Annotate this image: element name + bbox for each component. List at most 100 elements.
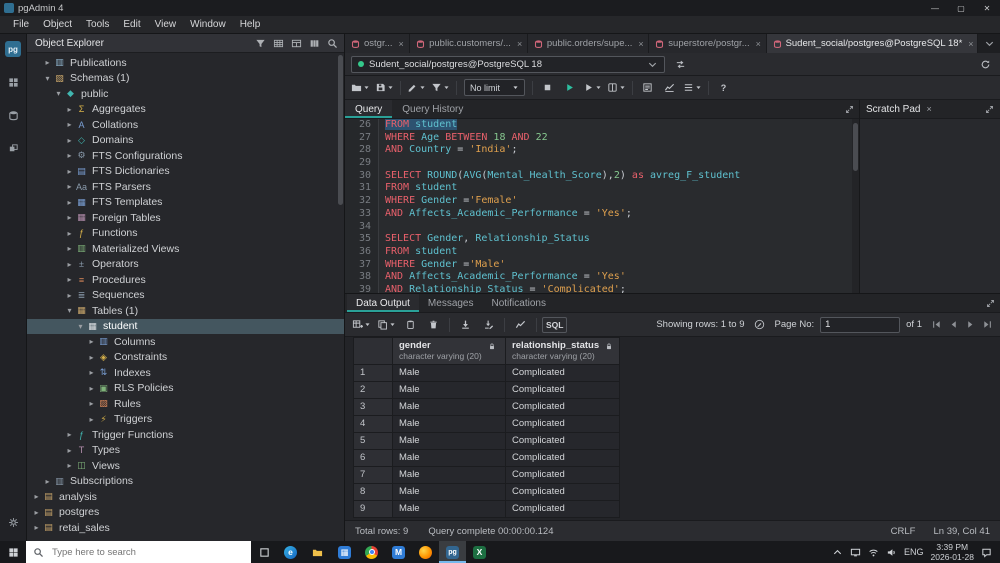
nav-last-page-button[interactable] — [979, 317, 995, 332]
chevron-right-icon[interactable]: ▸ — [86, 337, 97, 346]
chevron-right-icon[interactable]: ▸ — [86, 399, 97, 408]
taskbar-app-firefox[interactable] — [412, 541, 439, 563]
nav-prev-page-button[interactable] — [945, 317, 961, 332]
chevron-down-icon[interactable]: ▾ — [64, 306, 75, 315]
save-button[interactable] — [373, 79, 396, 96]
chevron-right-icon[interactable]: ▸ — [42, 477, 53, 486]
row-number[interactable]: 6 — [353, 448, 393, 467]
menu-object[interactable]: Object — [36, 19, 79, 30]
close-button[interactable]: ✕ — [974, 0, 1000, 16]
tree-item-collations[interactable]: ▸ A Collations — [27, 117, 344, 133]
chevron-right-icon[interactable]: ▸ — [64, 198, 75, 207]
sql-query-button[interactable]: SQL — [542, 316, 568, 333]
cell[interactable]: Complicated — [504, 448, 621, 467]
tree-item-rules[interactable]: ▸ ▨ Rules — [27, 396, 344, 412]
row-limit-select[interactable]: No limit — [464, 79, 526, 96]
download-edit-button[interactable] — [478, 316, 499, 333]
tray-language-label[interactable]: ENG — [904, 547, 924, 557]
gear-icon[interactable] — [4, 513, 22, 531]
chevron-right-icon[interactable]: ▸ — [64, 260, 75, 269]
tree-item-rls-policies[interactable]: ▸ ▣ RLS Policies — [27, 381, 344, 397]
tree-item-public[interactable]: ▾ ◆ public — [27, 86, 344, 102]
database-icon[interactable] — [4, 106, 22, 124]
chevron-right-icon[interactable]: ▸ — [31, 492, 42, 501]
cell[interactable]: Complicated — [504, 465, 621, 484]
chart-button[interactable] — [510, 316, 531, 333]
columns-icon[interactable] — [307, 36, 322, 50]
tray-network-icon[interactable] — [868, 547, 879, 558]
notification-center-icon[interactable] — [981, 547, 992, 558]
tab-query[interactable]: Query — [345, 100, 393, 118]
column-header-relationship_status[interactable]: relationship_status character varying (20… — [504, 337, 621, 365]
table-icon[interactable] — [289, 36, 304, 50]
add-row-button[interactable] — [350, 316, 373, 333]
dashboard-icon[interactable] — [4, 73, 22, 91]
cell[interactable]: Male — [392, 363, 506, 382]
filter-icon[interactable] — [253, 36, 268, 50]
explain-button[interactable] — [637, 79, 658, 96]
row-number[interactable]: 1 — [353, 363, 393, 382]
tray-display-icon[interactable] — [850, 547, 861, 558]
list-button[interactable] — [681, 79, 704, 96]
tree-item-fts-configurations[interactable]: ▸ ⚙ FTS Configurations — [27, 148, 344, 164]
tree-item-tables-1-[interactable]: ▾ ▦ Tables (1) — [27, 303, 344, 319]
tree-item-sequences[interactable]: ▸ ≣ Sequences — [27, 288, 344, 304]
tree-item-schemas-1-[interactable]: ▾ ▧ Schemas (1) — [27, 71, 344, 87]
grid-icon[interactable] — [271, 36, 286, 50]
tree-item-functions[interactable]: ▸ ƒ Functions — [27, 226, 344, 242]
chevron-right-icon[interactable]: ▸ — [86, 353, 97, 362]
chevron-right-icon[interactable]: ▸ — [64, 461, 75, 470]
taskbar-app-chrome[interactable] — [358, 541, 385, 563]
tree-item-postgres[interactable]: ▸ ▤ postgres — [27, 505, 344, 521]
filter-button[interactable] — [429, 79, 452, 96]
tree-item-procedures[interactable]: ▸ ≡ Procedures — [27, 272, 344, 288]
task-view-button[interactable] — [251, 541, 277, 563]
tab-overflow-button[interactable] — [978, 34, 1000, 53]
extensions-icon[interactable] — [4, 139, 22, 157]
cell[interactable]: Complicated — [504, 482, 621, 501]
chevron-right-icon[interactable]: ▸ — [31, 508, 42, 517]
menu-file[interactable]: File — [6, 19, 36, 30]
grid-corner[interactable] — [353, 337, 393, 365]
cell[interactable]: Male — [392, 397, 506, 416]
row-number[interactable]: 8 — [353, 482, 393, 501]
chevron-down-icon[interactable]: ▾ — [42, 74, 53, 83]
tree-item-views[interactable]: ▸ ◫ Views — [27, 458, 344, 474]
tree-item-columns[interactable]: ▸ ▥ Columns — [27, 334, 344, 350]
pgadmin-logo[interactable]: pg — [4, 40, 22, 58]
close-icon[interactable]: × — [399, 39, 404, 49]
cell[interactable]: Male — [392, 448, 506, 467]
chevron-right-icon[interactable]: ▸ — [64, 244, 75, 253]
row-number[interactable]: 9 — [353, 499, 393, 518]
expand-output-icon[interactable] — [980, 294, 1000, 312]
play-button[interactable] — [559, 79, 580, 96]
taskbar-search[interactable] — [26, 541, 251, 563]
tab-data-output[interactable]: Data Output — [347, 294, 419, 312]
chevron-right-icon[interactable]: ▸ — [64, 120, 75, 129]
row-number[interactable]: 3 — [353, 397, 393, 416]
sql-editor[interactable]: 26 27 28 29 30 31 32 33 34 35 36 37 38 39 FROM studen… — [345, 119, 859, 293]
cell[interactable]: Male — [392, 380, 506, 399]
taskbar-search-input[interactable] — [50, 545, 244, 559]
menu-window[interactable]: Window — [183, 19, 233, 30]
help-button[interactable]: ? — [713, 79, 734, 96]
chevron-right-icon[interactable]: ▸ — [86, 384, 97, 393]
chevron-right-icon[interactable]: ▸ — [64, 167, 75, 176]
chevron-right-icon[interactable]: ▸ — [64, 105, 75, 114]
scratch-pad-body[interactable] — [860, 119, 1000, 293]
close-icon[interactable]: × — [756, 39, 761, 49]
search-icon[interactable] — [325, 36, 340, 50]
chevron-right-icon[interactable]: ▸ — [31, 523, 42, 532]
cell[interactable]: Complicated — [504, 499, 621, 518]
chevron-down-icon[interactable]: ▾ — [53, 89, 64, 98]
tree-item-retai-sales[interactable]: ▸ ▤ retai_sales — [27, 520, 344, 536]
cell[interactable]: Male — [392, 431, 506, 450]
explain-analyze-button[interactable] — [659, 79, 680, 96]
column-header-gender[interactable]: gender character varying (20) — [392, 337, 506, 365]
chevron-right-icon[interactable]: ▸ — [64, 136, 75, 145]
menu-view[interactable]: View — [148, 19, 184, 30]
menu-help[interactable]: Help — [233, 19, 268, 30]
expand-editor-icon[interactable] — [839, 100, 859, 118]
tree-scrollbar[interactable] — [338, 55, 343, 205]
chevron-right-icon[interactable]: ▸ — [64, 291, 75, 300]
